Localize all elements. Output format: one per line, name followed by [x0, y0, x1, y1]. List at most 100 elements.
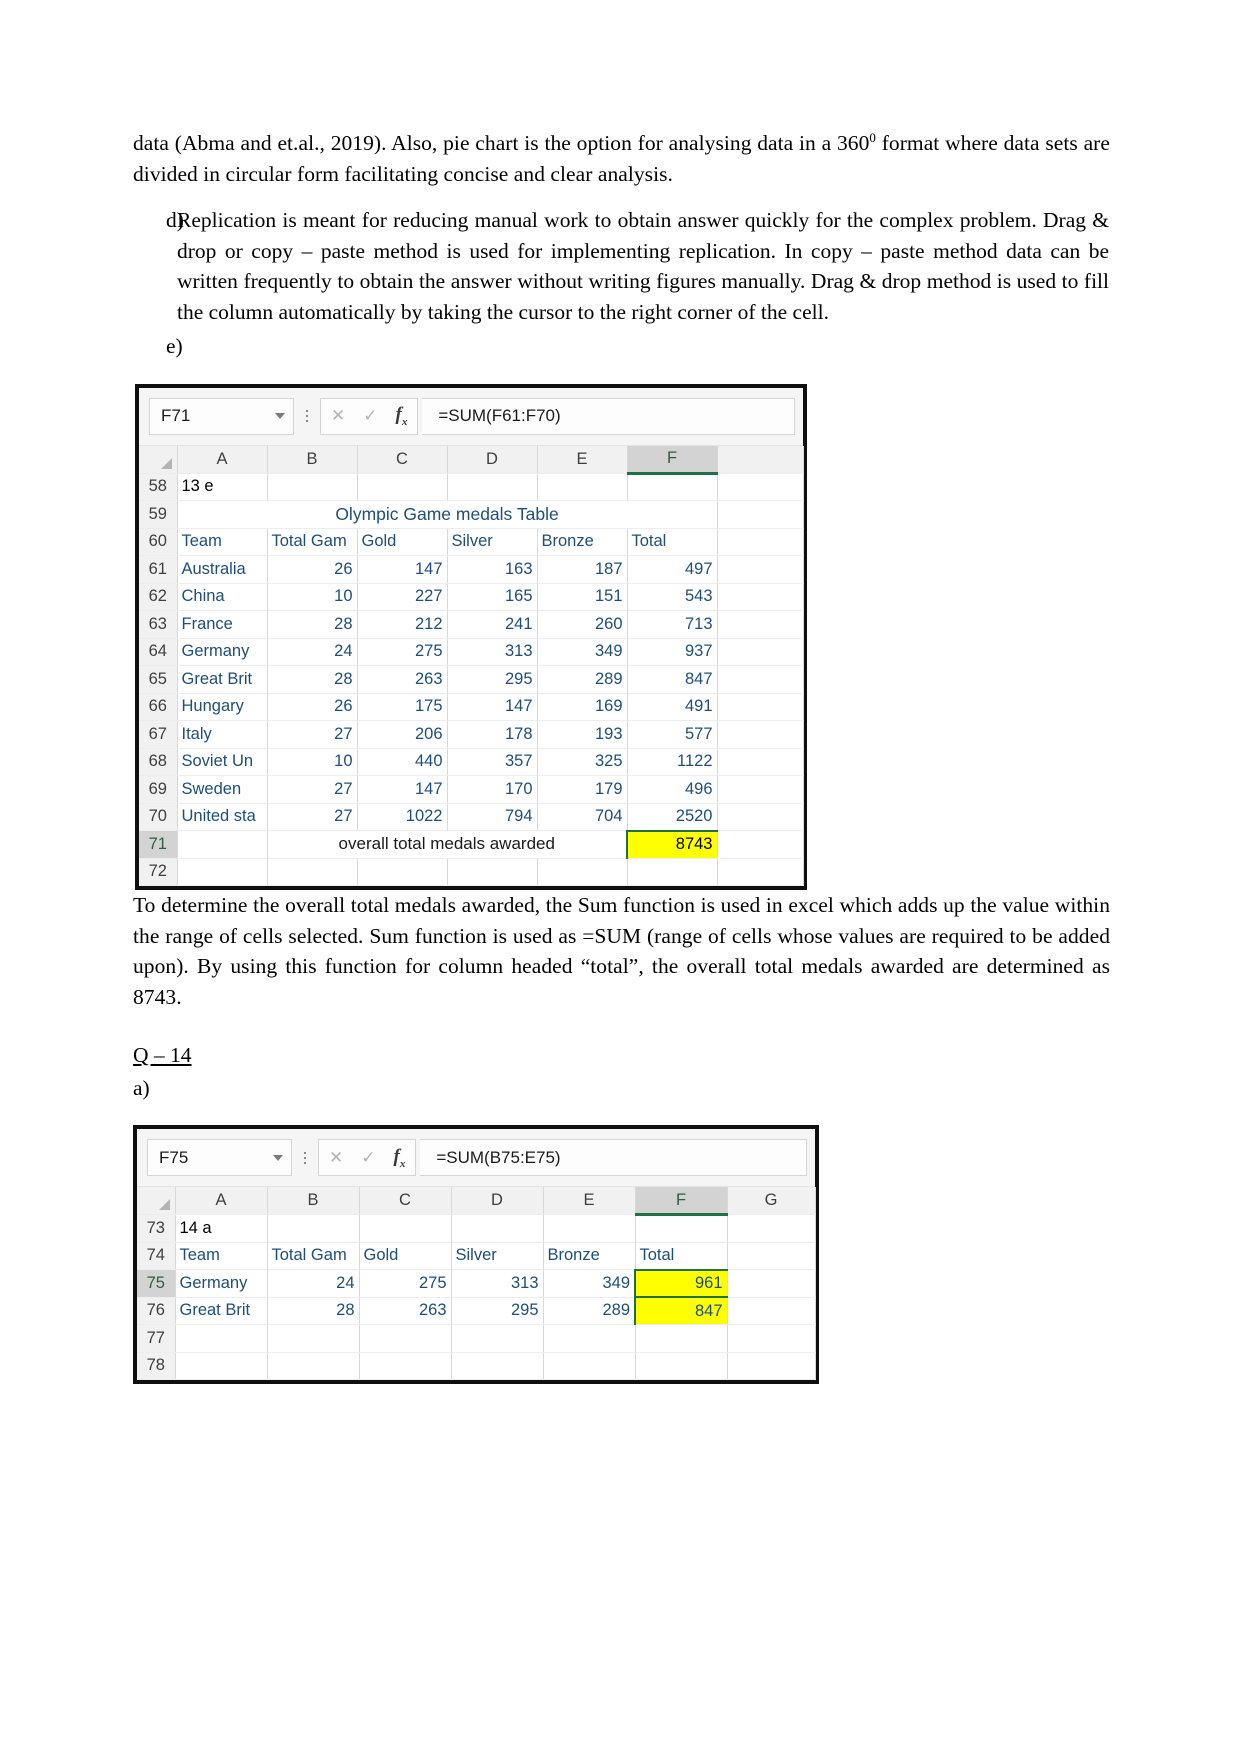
cell-total[interactable]: 577: [626, 720, 718, 749]
cell-f73[interactable]: [635, 1214, 728, 1243]
cell-g66[interactable]: [717, 693, 804, 722]
cell-g69[interactable]: [717, 775, 804, 804]
name-box-2[interactable]: F75: [147, 1139, 292, 1177]
cell-table-title[interactable]: Olympic Game medals Table: [176, 500, 718, 529]
cell-games[interactable]: 28: [266, 610, 358, 639]
cell-silver[interactable]: 170: [446, 775, 538, 804]
cell-team[interactable]: United sta: [176, 802, 268, 832]
cell-games[interactable]: 26: [266, 692, 358, 722]
row-header-77[interactable]: 77: [137, 1324, 176, 1353]
cell-total[interactable]: 496: [626, 775, 718, 804]
column-header-g[interactable]: G: [727, 1187, 816, 1216]
column-header-d[interactable]: D: [451, 1187, 544, 1216]
cell-header-total-games[interactable]: Total Gam: [266, 527, 358, 557]
cell-games[interactable]: 10: [266, 747, 358, 777]
cell-team[interactable]: France: [176, 610, 268, 639]
cancel-icon[interactable]: ✕: [331, 406, 345, 426]
cell-d77[interactable]: [451, 1324, 544, 1353]
cell-header-total-games[interactable]: Total Gam: [266, 1241, 360, 1271]
cell-gold[interactable]: 440: [356, 747, 448, 777]
cell-gold[interactable]: 147: [356, 775, 448, 804]
confirm-icon[interactable]: ✓: [361, 1148, 375, 1168]
column-header-a[interactable]: A: [177, 445, 268, 474]
cell-g61[interactable]: [717, 555, 804, 584]
cell-games[interactable]: 28: [266, 665, 358, 694]
cell-bronze[interactable]: 289: [542, 1296, 636, 1326]
cell-total[interactable]: 497: [626, 555, 718, 584]
column-header-f[interactable]: F: [627, 445, 718, 475]
cell-silver[interactable]: 178: [446, 720, 538, 749]
cell-team[interactable]: Sweden: [176, 775, 268, 804]
cell-b78[interactable]: [267, 1352, 360, 1381]
cell-bronze[interactable]: 325: [536, 747, 628, 777]
chevron-down-icon[interactable]: [275, 413, 285, 420]
cell-header-bronze[interactable]: Bronze: [542, 1241, 636, 1271]
cell-silver[interactable]: 794: [446, 802, 538, 832]
cell-g60[interactable]: [717, 528, 804, 557]
cell-bronze[interactable]: 260: [536, 610, 628, 639]
row-header-75[interactable]: 75: [137, 1269, 176, 1298]
cell-bronze[interactable]: 187: [536, 555, 628, 584]
column-header-a[interactable]: A: [175, 1187, 268, 1216]
cell-c58[interactable]: [357, 473, 448, 502]
cell-team[interactable]: Australia: [176, 555, 268, 584]
row-header-60[interactable]: 60: [139, 528, 178, 557]
column-header-b[interactable]: B: [267, 1187, 360, 1216]
cell-team[interactable]: Hungary: [176, 692, 268, 722]
cell-silver[interactable]: 313: [446, 637, 538, 667]
cell-g70[interactable]: [717, 803, 804, 832]
cell-e73[interactable]: [543, 1214, 636, 1243]
cell-games[interactable]: 28: [266, 1296, 360, 1326]
formula-input-2[interactable]: =SUM(B75:E75): [420, 1139, 807, 1177]
row-header-71[interactable]: 71: [139, 830, 178, 859]
cell-b77[interactable]: [267, 1324, 360, 1353]
row-header-64[interactable]: 64: [139, 638, 178, 667]
row-header-63[interactable]: 63: [139, 610, 178, 639]
cell-bronze[interactable]: 193: [536, 720, 628, 749]
column-header-c[interactable]: C: [357, 445, 448, 474]
cell-g62[interactable]: [717, 583, 804, 612]
cell-games[interactable]: 24: [266, 1269, 360, 1298]
cell-e77[interactable]: [543, 1324, 636, 1353]
cell-d73[interactable]: [451, 1214, 544, 1243]
row-header-69[interactable]: 69: [139, 775, 178, 804]
cell-summary-label[interactable]: overall total medals awarded: [266, 830, 628, 859]
cell-total[interactable]: 1122: [626, 747, 718, 777]
cell-games[interactable]: 27: [266, 802, 358, 832]
more-options-icon[interactable]: [294, 410, 320, 423]
row-header-62[interactable]: 62: [139, 583, 178, 612]
cell-g65[interactable]: [717, 665, 804, 694]
cell-g72[interactable]: [717, 858, 804, 887]
cell-gold[interactable]: 212: [356, 610, 448, 639]
cell-total[interactable]: 961: [634, 1268, 728, 1298]
column-header-f[interactable]: F: [635, 1187, 728, 1217]
cell-e78[interactable]: [543, 1352, 636, 1381]
cell-bronze[interactable]: 169: [536, 692, 628, 722]
cell-g59[interactable]: [717, 500, 804, 529]
cell-bronze[interactable]: 704: [536, 802, 628, 832]
select-all-corner-2[interactable]: [137, 1187, 176, 1216]
cell-games[interactable]: 27: [266, 775, 358, 804]
cell-c78[interactable]: [359, 1352, 452, 1381]
row-header-67[interactable]: 67: [139, 720, 178, 749]
cell-g77[interactable]: [727, 1324, 816, 1353]
cell-g73[interactable]: [727, 1214, 816, 1243]
cell-gold[interactable]: 263: [358, 1296, 452, 1326]
cell-a73[interactable]: 14 a: [175, 1214, 268, 1243]
cell-header-total[interactable]: Total: [626, 527, 718, 557]
cell-summary-value[interactable]: 8743: [626, 829, 718, 859]
select-all-corner-1[interactable]: [139, 445, 178, 474]
cell-team[interactable]: Great Brit: [174, 1296, 268, 1326]
cell-f58[interactable]: [627, 473, 718, 502]
cell-gold[interactable]: 275: [358, 1269, 452, 1298]
row-header-65[interactable]: 65: [139, 665, 178, 694]
cell-total[interactable]: 543: [626, 582, 718, 612]
cell-silver[interactable]: 165: [446, 582, 538, 612]
cell-a58[interactable]: 13 e: [177, 473, 268, 502]
cell-d72[interactable]: [447, 858, 538, 887]
cell-g75[interactable]: [727, 1269, 816, 1298]
confirm-icon[interactable]: ✓: [363, 406, 377, 426]
cell-team[interactable]: Germany: [174, 1269, 268, 1298]
cell-silver[interactable]: 295: [450, 1296, 544, 1326]
cell-total[interactable]: 491: [626, 692, 718, 722]
